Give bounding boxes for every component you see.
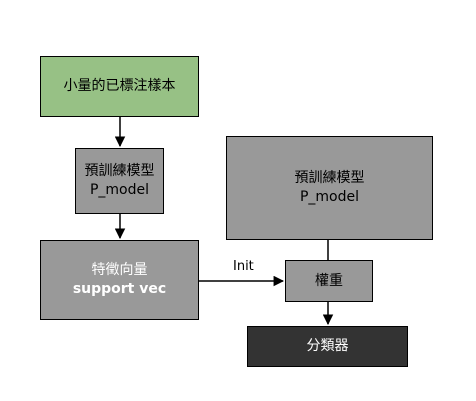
init-edge-label: Init	[233, 259, 254, 274]
labeled-samples-label: 小量的已標注樣本	[63, 78, 176, 94]
pretrained-left-line2: P_model	[89, 182, 150, 198]
pretrained-right-line2: P_model	[299, 189, 360, 205]
weights-node: 權重	[285, 260, 373, 302]
support-vector-line2: support vec	[72, 281, 167, 297]
pretrained-model-node-left: 預訓練模型 P_model	[75, 148, 164, 214]
pretrained-right-line1: 預訓練模型	[294, 170, 365, 186]
classifier-label: 分類器	[306, 338, 349, 354]
classifier-node: 分類器	[247, 326, 408, 367]
support-vector-node: 特徵向量 support vec	[40, 240, 199, 320]
weights-label: 權重	[315, 272, 343, 289]
pretrained-left-line1: 預訓練模型	[84, 163, 155, 179]
support-vector-line1: 特徵向量	[91, 262, 148, 278]
labeled-samples-node: 小量的已標注樣本	[40, 56, 199, 117]
pretrained-model-node-right: 預訓練模型 P_model	[226, 136, 433, 240]
